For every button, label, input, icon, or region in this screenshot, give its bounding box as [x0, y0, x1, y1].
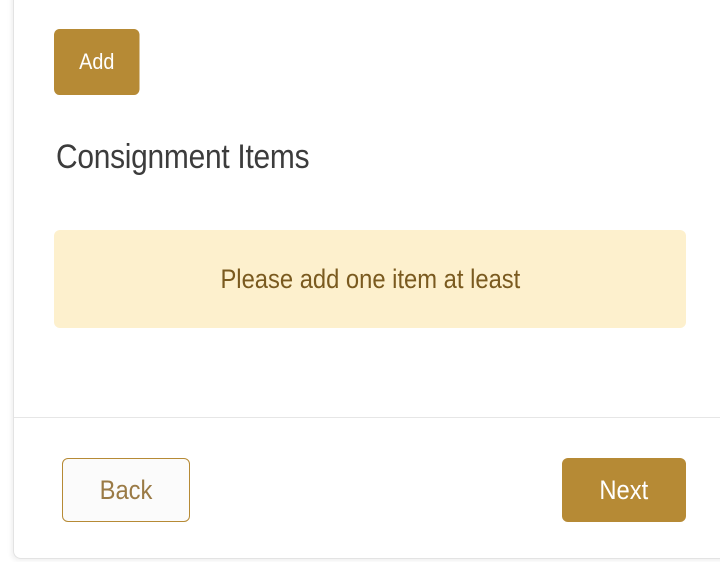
- add-item-button-label: Add: [79, 49, 115, 74]
- next-button-label: Next: [599, 474, 649, 505]
- back-button[interactable]: Back: [62, 458, 190, 522]
- alert-message: Please add one item at least: [220, 263, 520, 294]
- next-button[interactable]: Next: [562, 458, 686, 522]
- back-button-label: Back: [99, 474, 153, 505]
- add-item-button[interactable]: Add: [54, 29, 140, 95]
- footer-divider: [14, 417, 720, 418]
- empty-items-alert: Please add one item at least: [54, 230, 686, 328]
- section-title: Consignment Items: [56, 138, 310, 176]
